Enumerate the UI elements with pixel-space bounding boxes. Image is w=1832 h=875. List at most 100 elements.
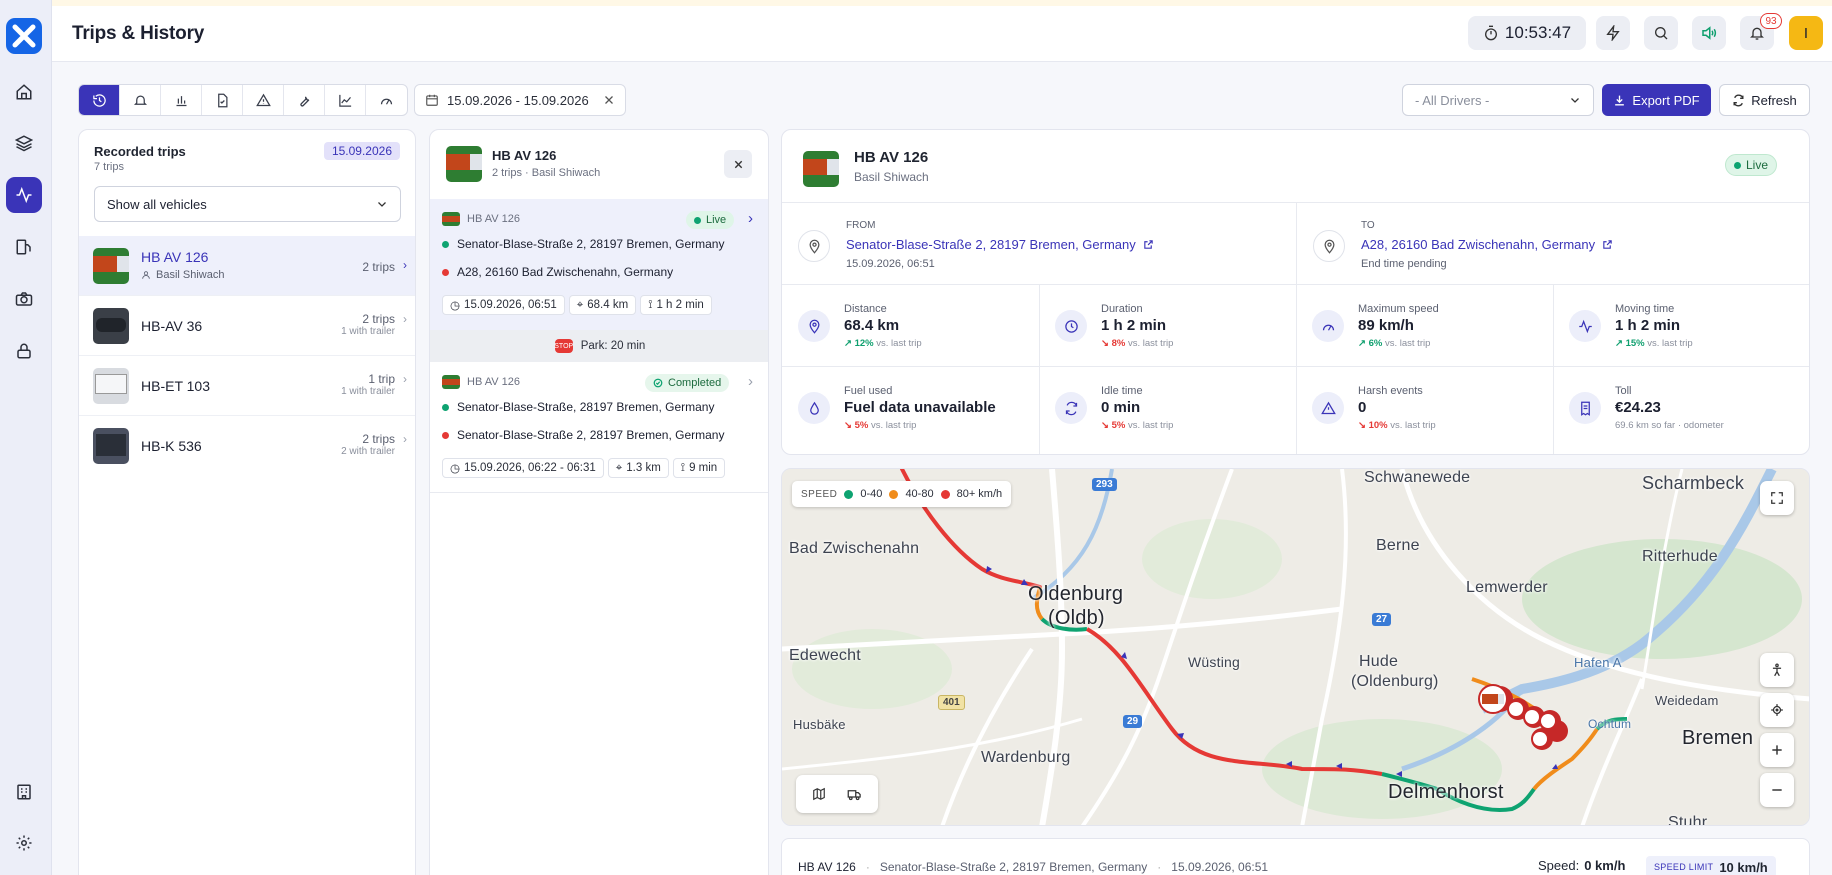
end-dot — [442, 431, 449, 439]
check-circle-icon — [653, 378, 663, 388]
vehicle-filter-select[interactable]: Show all vehicles — [94, 186, 401, 222]
search-icon — [1655, 27, 1668, 40]
fullscreen-button[interactable] — [1760, 481, 1794, 515]
user-avatar[interactable]: I — [1789, 16, 1823, 50]
vehicle-trips-panel: HB AV 126 2 trips · Basil Shiwach HB AV … — [429, 129, 769, 875]
stat-delta-value: 8% — [1111, 338, 1126, 349]
stat-value: €24.23 — [1615, 399, 1661, 416]
street-view-button[interactable] — [1760, 653, 1794, 687]
speed-limit-label: SPEED LIMIT — [1654, 862, 1714, 872]
map-place: Bad Zwischenahn — [789, 540, 920, 557]
trip-card-completed[interactable]: HB AV 126 Completed › Senator-Blase-Stra… — [430, 362, 768, 493]
trip-from-text: Senator-Blase-Straße, 28197 Bremen, Germ… — [457, 400, 715, 414]
clock-time: 10:53:47 — [1504, 23, 1572, 42]
stat-note: vs. last trip — [876, 338, 922, 349]
trailer-count: 1 with trailer — [341, 386, 395, 397]
tab-documents[interactable] — [202, 85, 243, 115]
page-title: Trips & History — [72, 23, 205, 44]
date-badge: 15.09.2026 — [323, 142, 400, 160]
line-chart-icon — [338, 94, 351, 107]
vehicle-trip-count: 2 trips — [362, 260, 395, 274]
tab-history[interactable] — [79, 85, 120, 115]
search-button[interactable] — [1644, 16, 1678, 50]
truck-view-icon[interactable] — [847, 787, 862, 802]
date-range-picker[interactable]: 15.09.2026 - 15.09.2026 — [414, 84, 626, 116]
refresh-button[interactable]: Refresh — [1719, 84, 1810, 116]
vehicle-row[interactable]: HB-ET 103 1 trip 1 with trailer › — [79, 356, 415, 416]
live-dot — [694, 216, 701, 224]
crosshair-icon — [1771, 704, 1783, 716]
map-place: Ritterhude — [1642, 548, 1718, 565]
tab-reports[interactable] — [161, 85, 202, 115]
stat-delta: ↘ 8% vs. last trip — [1101, 338, 1174, 349]
nav-building-icon[interactable] — [6, 774, 42, 810]
map-view-icon[interactable] — [812, 787, 826, 801]
nav-fuel-icon[interactable] — [6, 229, 42, 265]
stat-value: 1 h 2 min — [1101, 317, 1167, 334]
trailer-count: 1 with trailer — [341, 326, 395, 337]
from-address: Senator-Blase-Straße 2, 28197 Bremen, Ge… — [846, 237, 1136, 252]
chevron-right-icon: › — [403, 312, 407, 326]
nav-settings-icon[interactable] — [6, 825, 42, 861]
truck-mini-icon — [442, 375, 460, 389]
locate-button[interactable] — [1760, 693, 1794, 727]
trip-count: 1 trip — [368, 372, 395, 386]
nav-layers-icon[interactable] — [6, 125, 42, 161]
stat-toll: Toll €24.23 69.6 km so far · odometer — [1553, 367, 1809, 449]
vehicle-row[interactable]: HB-K 536 2 trips 2 with trailer › — [79, 416, 415, 476]
from-link[interactable]: Senator-Blase-Straße 2, 28197 Bremen, Ge… — [846, 237, 1154, 252]
nav-camera-icon[interactable] — [6, 281, 42, 317]
map-place: Stuhr — [1668, 814, 1708, 826]
tab-speed[interactable] — [366, 85, 407, 115]
chevron-down-icon — [1571, 98, 1579, 103]
stop-icon: STOP — [554, 339, 573, 353]
nav-lock-icon[interactable] — [6, 333, 42, 369]
driver-select[interactable]: - All Drivers - — [1402, 84, 1594, 116]
vehicle-row[interactable]: HB-AV 36 2 trips 1 with trailer › — [79, 296, 415, 356]
strip-speed: Speed: 0 km/h — [1538, 858, 1625, 873]
trip-to-text: A28, 26160 Bad Zwischenahn, Germany — [457, 265, 674, 279]
trip-distance-chip: ⌖ 1.3 km — [607, 458, 669, 478]
trip-distance: 1.3 km — [626, 462, 661, 474]
zoom-in-button[interactable] — [1760, 733, 1794, 767]
tab-alerts[interactable] — [120, 85, 161, 115]
stat-maximum-speed: Maximum speed 89 km/h ↗ 6% vs. last trip — [1296, 285, 1553, 367]
map-place: Hafen A — [1574, 655, 1622, 670]
trip-distance: 68.4 km — [587, 299, 629, 311]
strip-time: 15.09.2026, 06:51 — [1171, 860, 1269, 874]
plus-icon — [1772, 745, 1782, 755]
chevron-right-icon: › — [403, 258, 407, 272]
stat-delta: ↗ 6% vs. last trip — [1358, 338, 1431, 349]
nav-home-icon[interactable] — [6, 74, 42, 110]
map-place: Hude — [1359, 653, 1399, 670]
trip-time: 15.09.2026, 06:51 — [464, 299, 557, 311]
vehicle-filter-value: Show all vehicles — [107, 196, 207, 212]
export-pdf-button[interactable]: Export PDF — [1602, 84, 1711, 116]
map-place: Schwanewede — [1364, 469, 1471, 486]
nav-trips-icon[interactable] — [6, 177, 42, 213]
map-place: Delmenhorst — [1388, 781, 1504, 803]
detail-status: Live — [1746, 158, 1769, 172]
vehicle-driver-name: Basil Shiwach — [156, 269, 225, 281]
trip-vehicle: HB AV 126 — [467, 213, 520, 225]
vehicle-name: HB-K 536 — [141, 438, 202, 454]
quick-actions-button[interactable] — [1596, 16, 1630, 50]
vehicle-name: HB-AV 36 — [141, 318, 203, 334]
road-shield: 29 — [1123, 715, 1143, 728]
trip-vehicle: HB AV 126 — [467, 376, 520, 388]
trip-card-live[interactable]: HB AV 126 Live › Senator-Blase-Straße 2,… — [430, 199, 768, 330]
trip-map[interactable]: Bad Zwischenahn Oldenburg (Oldb) Edewech… — [781, 468, 1810, 826]
app-logo[interactable] — [6, 18, 42, 54]
user-icon — [142, 271, 150, 279]
truck-mini-icon — [442, 212, 460, 226]
to-link[interactable]: A28, 26160 Bad Zwischenahn, Germany — [1361, 237, 1613, 252]
tab-analytics[interactable] — [325, 85, 366, 115]
tab-warnings[interactable] — [243, 85, 284, 115]
tab-maintenance[interactable] — [284, 85, 325, 115]
sound-button[interactable] — [1692, 16, 1726, 50]
legend-dot-slow — [844, 489, 854, 499]
close-button[interactable] — [724, 150, 752, 178]
vehicle-row[interactable]: HB AV 126 Basil Shiwach 2 trips › — [79, 236, 415, 296]
minus-icon — [1772, 789, 1782, 791]
zoom-out-button[interactable] — [1760, 773, 1794, 807]
